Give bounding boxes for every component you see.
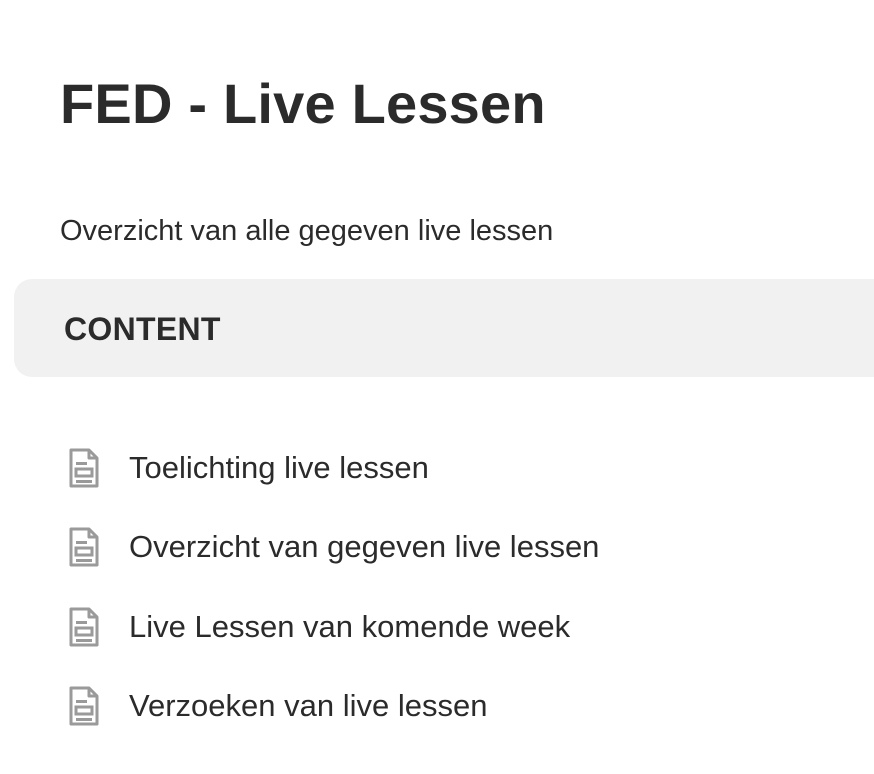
content-list: Toelichting live lessen Overzicht van ge… [60, 428, 599, 746]
document-icon [68, 684, 108, 728]
document-icon [68, 446, 108, 490]
content-section-header: CONTENT [14, 279, 874, 377]
content-item-label: Verzoeken van live lessen [129, 688, 488, 724]
content-item-verzoeken[interactable]: Verzoeken van live lessen [60, 667, 599, 747]
content-item-label: Overzicht van gegeven live lessen [129, 529, 600, 565]
page-title: FED - Live Lessen [60, 72, 546, 135]
document-icon [68, 525, 108, 569]
content-item-komende-week[interactable]: Live Lessen van komende week [60, 587, 599, 667]
page-description: Overzicht van alle gegeven live lessen [60, 215, 554, 247]
content-item-toelichting[interactable]: Toelichting live lessen [60, 428, 599, 508]
content-section-title: CONTENT [64, 311, 221, 347]
content-item-label: Live Lessen van komende week [129, 608, 571, 644]
content-item-overzicht[interactable]: Overzicht van gegeven live lessen [60, 508, 599, 588]
content-item-label: Toelichting live lessen [129, 449, 429, 485]
document-icon [68, 605, 108, 649]
course-page: FED - Live Lessen Overzicht van alle geg… [0, 0, 874, 774]
